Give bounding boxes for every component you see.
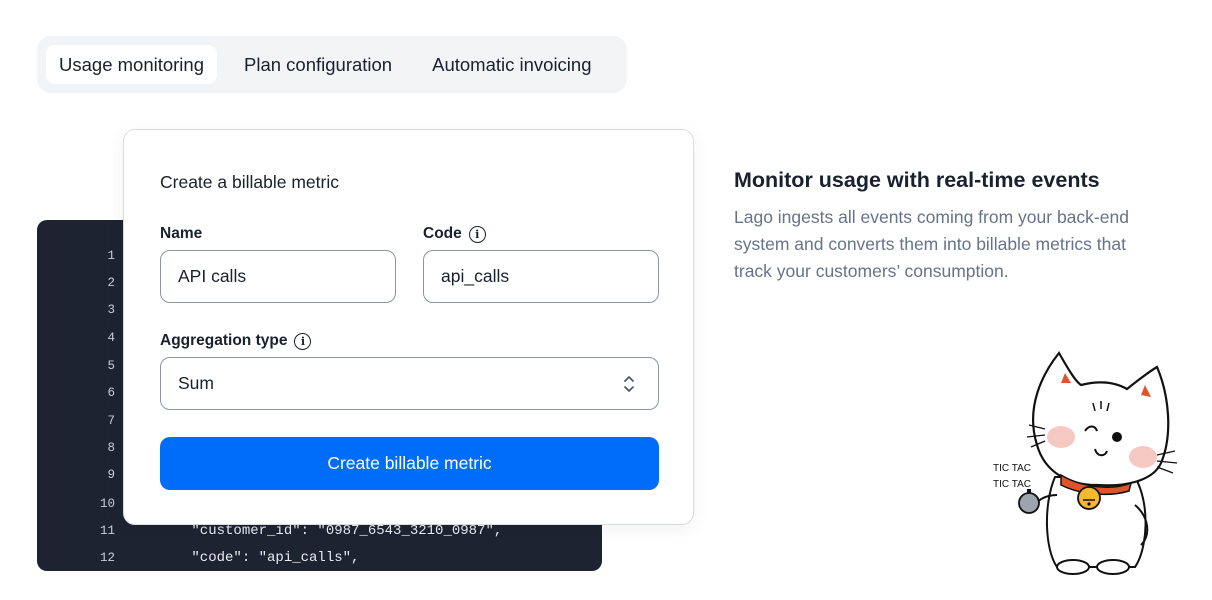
tic-tac-text: TIC TAC	[993, 479, 1031, 490]
cat-mascot-illustration: TIC TAC TIC TAC	[993, 351, 1178, 575]
aggregation-value: Sum	[178, 373, 214, 393]
line-number: 2	[107, 275, 115, 290]
select-chevrons-icon	[624, 376, 634, 392]
line-number: 1	[107, 248, 115, 263]
code-text: "code": "api_calls",	[141, 549, 360, 566]
code-label: Code i	[423, 225, 486, 243]
tab-automatic-invoicing[interactable]: Automatic invoicing	[419, 45, 604, 84]
line-number: 5	[107, 358, 115, 373]
code-label-text: Code	[423, 225, 462, 242]
form-title: Create a billable metric	[160, 172, 339, 192]
line-number: 6	[107, 385, 115, 400]
billable-metric-form-card: Create a billable metric Name API calls …	[123, 129, 694, 525]
name-input[interactable]: API calls	[160, 250, 396, 303]
code-line: 12 "code": "api_calls",	[37, 544, 359, 571]
info-icon[interactable]: i	[468, 225, 486, 243]
line-number: 11	[99, 523, 115, 538]
code-input[interactable]: api_calls	[423, 250, 659, 303]
create-billable-metric-button[interactable]: Create billable metric	[160, 437, 659, 490]
tab-plan-configuration[interactable]: Plan configuration	[231, 45, 405, 84]
line-number: 4	[107, 330, 115, 345]
tab-usage-monitoring[interactable]: Usage monitoring	[46, 45, 217, 84]
section-description: Lago ingests all events coming from your…	[734, 207, 1129, 281]
name-label: Name	[160, 225, 202, 243]
section-headline: Monitor usage with real-time events	[734, 168, 1100, 192]
line-number: 7	[107, 413, 115, 428]
aggregation-label-text: Aggregation type	[160, 332, 288, 349]
line-number: 10	[99, 496, 115, 511]
feature-tabs: Usage monitoring Plan configuration Auto…	[37, 36, 627, 93]
line-number: 12	[99, 550, 115, 565]
line-number: 9	[107, 467, 115, 482]
aggregation-type-select[interactable]: Sum	[160, 357, 659, 410]
aggregation-type-label: Aggregation type i	[160, 332, 312, 350]
info-icon[interactable]: i	[294, 332, 312, 350]
line-number: 8	[107, 440, 115, 455]
line-number: 3	[107, 302, 115, 317]
name-label-text: Name	[160, 225, 203, 242]
tic-tac-text: TIC TAC	[993, 463, 1031, 474]
